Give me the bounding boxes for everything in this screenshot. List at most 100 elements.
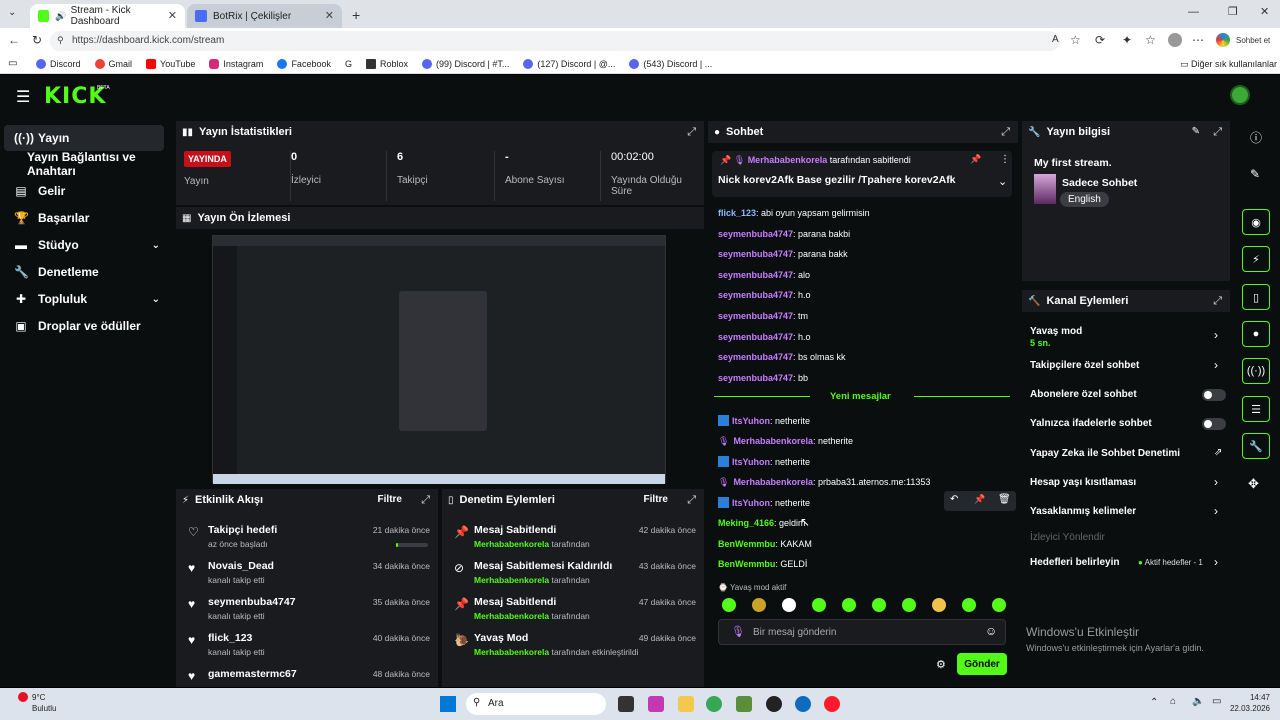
site-info-icon[interactable]: ⚲ — [57, 35, 64, 46]
reload-icon[interactable]: ↻ — [32, 33, 42, 47]
chat-username[interactable]: BenWemmbu — [718, 559, 775, 569]
chat-message[interactable]: seymenbuba4747: h.o — [718, 332, 811, 342]
widgets-icon[interactable] — [648, 696, 664, 712]
read-aloud-icon[interactable]: A — [1052, 34, 1059, 45]
minecraft-icon[interactable] — [736, 696, 752, 712]
weather-desc[interactable]: Bulutlu — [32, 704, 56, 713]
bookmark-google[interactable]: G — [345, 59, 352, 69]
bookmark-youtube[interactable]: YouTube — [146, 58, 195, 69]
chat-message[interactable]: ItsYuhon: netherite — [718, 415, 810, 426]
chat-username[interactable]: seymenbuba4747 — [718, 249, 793, 259]
chrome-icon[interactable] — [706, 696, 722, 712]
pencil-icon[interactable]: ✎ — [1250, 167, 1260, 181]
task-view-icon[interactable] — [618, 696, 634, 712]
more-menu-icon[interactable]: ⋯ — [1192, 33, 1204, 47]
delete-icon[interactable]: 🗑 — [998, 494, 1011, 505]
chat-username[interactable]: flick_123 — [718, 208, 756, 218]
more-vertical-icon[interactable]: ⋮ — [1000, 154, 1010, 165]
favorite-star-icon[interactable]: ☆ — [1070, 33, 1081, 47]
back-icon[interactable]: ← — [8, 33, 20, 47]
collections-icon[interactable]: ☆ — [1145, 33, 1156, 47]
expand-icon[interactable]: ⤢ — [421, 494, 430, 507]
refresh-extension-icon[interactable]: ⟳ — [1095, 33, 1105, 47]
windows-start-icon[interactable] — [440, 696, 456, 712]
emoji-icon[interactable]: ☺ — [985, 624, 997, 638]
chat-input[interactable]: 🎙 Bir mesaj gönderin ☺ — [718, 619, 1006, 645]
browser-tab-kick[interactable]: 🔊 Stream - Kick Dashboard ✕ — [30, 4, 185, 28]
subs-only-toggle[interactable] — [1202, 389, 1226, 401]
taskbar-search[interactable]: ⚲ Ara — [466, 693, 606, 715]
expand-icon[interactable]: ⤢ — [1213, 295, 1222, 308]
tablet-icon[interactable]: ▭ — [8, 58, 17, 69]
sidebar-item-gelir[interactable]: ▤ Gelir — [4, 178, 164, 204]
chat-message[interactable]: 🎙 Merhababenkorela: netherite — [718, 436, 853, 447]
profile-avatar[interactable] — [1168, 33, 1182, 47]
bookmark-facebook[interactable]: Facebook — [277, 58, 331, 69]
chat-message[interactable]: seymenbuba4747: parana bakbi — [718, 229, 850, 239]
chat-username[interactable]: ItsYuhon — [732, 416, 770, 426]
battery-icon[interactable]: ▭ — [1212, 696, 1221, 707]
sidebar-item-stream-key[interactable]: Yayın Bağlantısı ve Anahtarı — [4, 150, 174, 178]
chat-message[interactable]: seymenbuba4747: tm — [718, 311, 808, 321]
hamburger-menu-icon[interactable]: ☰ — [16, 87, 30, 107]
chat-username[interactable]: seymenbuba4747 — [718, 229, 793, 239]
preview-video[interactable] — [212, 235, 666, 484]
chat-message[interactable]: ItsYuhon: netherite — [718, 497, 810, 509]
chevron-down-icon[interactable]: ⌄ — [998, 175, 1007, 188]
github-icon[interactable] — [766, 696, 782, 712]
emotes-only-toggle[interactable] — [1202, 418, 1226, 430]
chevron-right-icon[interactable]: › — [1214, 504, 1218, 518]
clock-date[interactable]: 22.03.2026 — [1226, 704, 1270, 713]
volume-icon[interactable]: 🔈 — [1192, 696, 1204, 707]
maximize-icon[interactable]: ❐ — [1228, 5, 1238, 18]
chat-message[interactable]: flick_123: abi oyun yapsam gelirmisin — [718, 208, 870, 218]
expand-icon[interactable]: ⤢ — [1213, 126, 1222, 139]
chat-username[interactable]: ItsYuhon — [732, 498, 770, 508]
emote-icon[interactable] — [722, 598, 736, 612]
chevron-right-icon[interactable]: › — [1214, 328, 1218, 342]
chat-username[interactable]: seymenbuba4747 — [718, 373, 793, 383]
unpin-button-icon[interactable]: 📌 — [970, 154, 981, 165]
rail-button-document[interactable]: ▯ — [1242, 284, 1270, 310]
sidebar-item-droplar[interactable]: ▣ Droplar ve ödüller — [4, 313, 164, 339]
puzzle-icon[interactable]: ✥ — [1248, 476, 1259, 492]
expand-icon[interactable]: ⤢ — [687, 494, 696, 507]
chevron-right-icon[interactable]: › — [1214, 358, 1218, 372]
bookmark-discord-4[interactable]: (543) Discord | ... — [629, 58, 712, 69]
clock-time[interactable]: 14:47 — [1232, 693, 1270, 702]
chat-message[interactable]: seymenbuba4747: h.o — [718, 290, 811, 300]
close-window-icon[interactable]: ✕ — [1260, 5, 1269, 18]
rail-button-broadcast[interactable]: ((·)) — [1242, 358, 1270, 384]
rail-button-chat[interactable]: ● — [1242, 321, 1270, 347]
copilot-icon[interactable] — [1216, 33, 1230, 47]
emote-icon[interactable] — [962, 598, 976, 612]
goals-setting[interactable]: Hedefleri belirleyin — [1030, 557, 1119, 568]
chat-username[interactable]: seymenbuba4747 — [718, 270, 793, 280]
bookmark-gmail[interactable]: Gmail — [94, 58, 132, 69]
browser-tab-botrix[interactable]: BotRix | Çekilişler ✕ — [187, 4, 342, 28]
chat-message[interactable]: BenWemmbu: GELDİ — [718, 559, 807, 569]
chat-message[interactable]: seymenbuba4747: bb — [718, 373, 808, 383]
chat-message[interactable]: ItsYuhon: netherite — [718, 456, 810, 468]
sidebar-item-denetleme[interactable]: 🔧 Denetleme — [4, 259, 164, 285]
chat-message[interactable]: 🎙 Merhababenkorela: prbaba31.aternos.me:1… — [718, 477, 930, 488]
expand-icon[interactable]: ⤢ — [687, 126, 696, 139]
sidebar-item-basarilar[interactable]: 🏆 Başarılar — [4, 205, 164, 231]
chat-username[interactable]: Merhababenkorela — [733, 477, 813, 487]
edit-pencil-icon[interactable]: ✎ — [1192, 126, 1200, 137]
chat-username[interactable]: seymenbuba4747 — [718, 332, 793, 342]
close-tab-icon[interactable]: ✕ — [325, 9, 334, 22]
chat-username[interactable]: BenWemmbu — [718, 539, 775, 549]
edge-icon[interactable] — [795, 696, 811, 712]
expand-icon[interactable]: ⤢ — [1001, 126, 1010, 139]
chat-username[interactable]: seymenbuba4747 — [718, 352, 793, 362]
ai-moderation-setting[interactable]: Yapay Zeka ile Sohbet Denetimi — [1030, 448, 1180, 459]
info-icon[interactable]: ⓘ — [1250, 129, 1262, 146]
emote-icon[interactable] — [932, 598, 946, 612]
file-explorer-icon[interactable] — [678, 696, 694, 712]
rail-button-lightning[interactable]: ⚡ — [1242, 246, 1270, 272]
category-name[interactable]: Sadece Sohbet — [1062, 177, 1137, 189]
copilot-label[interactable]: Sohbet et — [1236, 36, 1270, 45]
emote-icon[interactable] — [782, 598, 796, 612]
extensions-icon[interactable]: ✦ — [1122, 33, 1132, 47]
